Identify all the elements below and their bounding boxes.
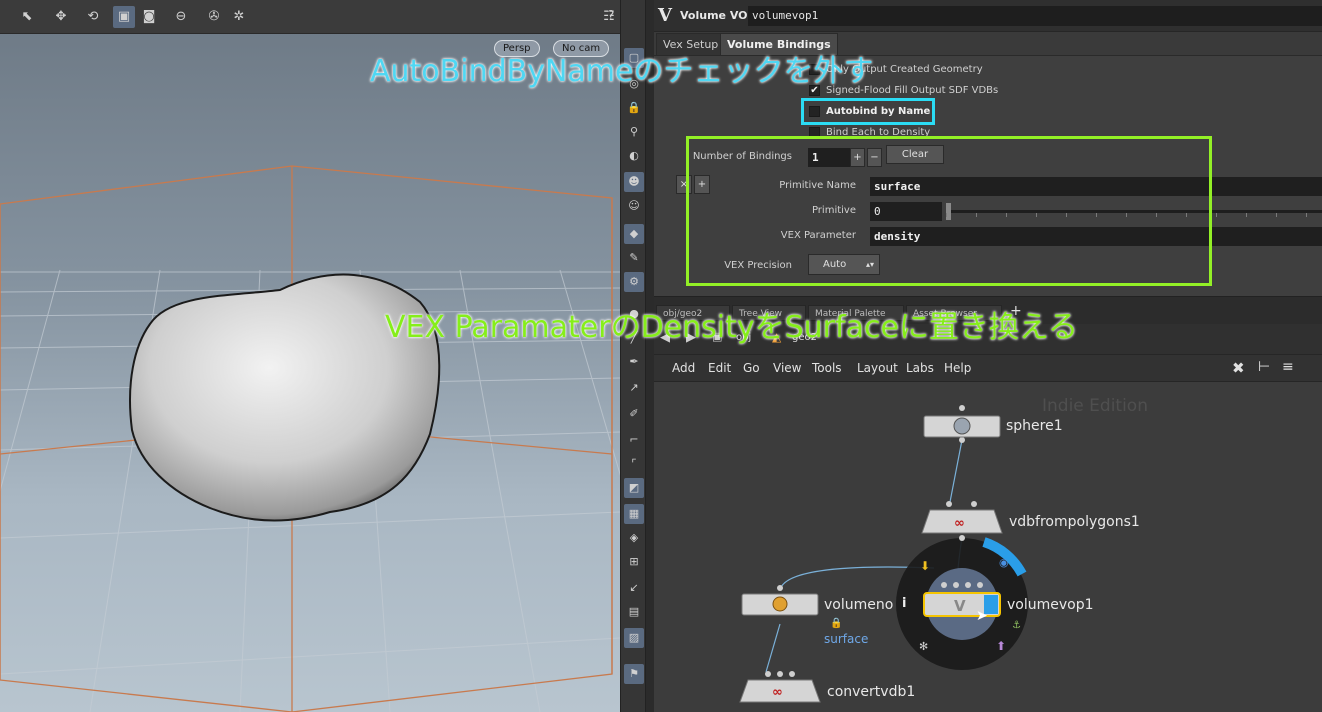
- list-icon[interactable]: ≡: [1282, 359, 1294, 375]
- svg-text:V: V: [954, 597, 966, 615]
- measure-icon[interactable]: ↙: [624, 578, 644, 598]
- number-icon[interactable]: ↗: [624, 378, 644, 398]
- lock-node-icon: ⚓: [1012, 620, 1021, 631]
- bindings-highlight-box: [686, 136, 1212, 286]
- node-label-vdbfrompolygons1[interactable]: vdbfrompolygons1: [1009, 514, 1140, 530]
- uv-icon[interactable]: ⊞: [624, 552, 644, 572]
- display-flag-icon: ◉: [999, 556, 1009, 569]
- scene-viewport[interactable]: ⬉ ✥ ⟲ ▣ ◙ ⊖ ✇ ✲ ☷ ? Persp No cam: [0, 0, 620, 712]
- node-convertvdb1[interactable]: ∞: [739, 671, 821, 703]
- svg-text:∞: ∞: [954, 516, 965, 531]
- vop-node-icon: V: [658, 5, 672, 26]
- plane-icon[interactable]: ◩: [624, 478, 644, 498]
- skeleton-icon[interactable]: ☻: [624, 172, 644, 192]
- tree-icon[interactable]: ⊢: [1258, 359, 1270, 375]
- network-editor[interactable]: Indie Edition ⬇ ◉ ✻ ⬆ ⚓ 🔒 ∞ V ➤ ∞ sphere…: [654, 382, 1322, 712]
- ghost-icon[interactable]: ☺: [624, 196, 644, 216]
- location-icon[interactable]: ⚑: [624, 664, 644, 684]
- pin-icon[interactable]: ⚲: [624, 122, 644, 142]
- svg-text:∞: ∞: [772, 685, 783, 700]
- wire-label-surface: surface: [824, 632, 869, 646]
- network-menu-bar: Add Edit Go View Tools Layout Labs Help …: [654, 354, 1322, 382]
- camera-icon[interactable]: ▣: [113, 6, 135, 28]
- node-name-field[interactable]: volumevop1: [748, 6, 1322, 26]
- display-mode-icon[interactable]: ◆: [624, 224, 644, 244]
- pen-icon[interactable]: ✒: [624, 352, 644, 372]
- capture-icon[interactable]: ◙: [138, 6, 160, 28]
- pane-divider[interactable]: [646, 0, 654, 712]
- menu-add[interactable]: Add: [672, 361, 695, 375]
- annotation-replace-density: VEX ParamaterのDensityをSurfaceに置き換える: [385, 310, 1079, 345]
- paint-icon[interactable]: ⌐: [624, 430, 644, 450]
- node-type-label: Volume VOP: [680, 9, 756, 22]
- node-label-sphere1[interactable]: sphere1: [1006, 418, 1063, 434]
- rotate-icon[interactable]: ⟲: [82, 6, 104, 28]
- menu-tools[interactable]: Tools: [812, 361, 842, 375]
- corner-icon[interactable]: ⌜: [624, 454, 644, 474]
- mouse-cursor-icon: ➤: [976, 608, 988, 624]
- node-label-convertvdb1[interactable]: convertvdb1: [827, 684, 915, 700]
- autobind-highlight-box: [801, 98, 935, 125]
- wire-sphere-to-vdb: [949, 439, 963, 503]
- viewport-shelf: ▢ ◎ 🔒 ⚲ ◐ ☻ ☺ ◆ ✎ ⚙ ● ╱ ✒ ↗ ✐ ⌐ ⌜ ◩ ▦ ◈ …: [620, 0, 646, 712]
- cube-icon[interactable]: ◈: [624, 528, 644, 548]
- image-icon[interactable]: ▨: [624, 628, 644, 648]
- node-graph: ⬇ ◉ ✻ ⬆ ⚓ 🔒 ∞ V ➤ ∞: [739, 405, 1028, 703]
- bypass-icon: ⬆: [996, 639, 1006, 653]
- menu-view[interactable]: View: [773, 361, 801, 375]
- viewport-toolbar: ⬉ ✥ ⟲ ▣ ◙ ⊖ ✇ ✲ ☷ ?: [0, 0, 620, 34]
- move-icon[interactable]: ✥: [50, 6, 72, 28]
- node-label-volumenoise[interactable]: volumeno: [824, 597, 893, 613]
- freeze-icon: ✻: [919, 640, 928, 653]
- node-label-volumevop1[interactable]: volumevop1: [1007, 597, 1094, 613]
- flag-icon: ⬇: [920, 559, 930, 573]
- annotation-uncheck-autobind: AutoBindByNameのチェックを外す: [370, 54, 874, 89]
- select-icon[interactable]: ⬉: [16, 6, 38, 28]
- wrench-icon[interactable]: ✖: [1232, 359, 1245, 377]
- menu-layout[interactable]: Layout: [857, 361, 898, 375]
- brush-icon[interactable]: ✐: [624, 404, 644, 424]
- node-vdbfrompolygons1[interactable]: ∞: [921, 501, 1003, 541]
- grid-icon[interactable]: ▤: [624, 602, 644, 622]
- stop-icon[interactable]: ⊖: [170, 6, 192, 28]
- wire-noise-to-convert: [765, 623, 781, 673]
- flipbook-icon[interactable]: ✇: [203, 6, 225, 28]
- node-volumenoise[interactable]: [741, 585, 819, 616]
- info-icon[interactable]: i: [902, 596, 906, 611]
- menu-edit[interactable]: Edit: [708, 361, 731, 375]
- viewport-scene: [0, 165, 620, 712]
- render-icon[interactable]: ✲: [228, 6, 250, 28]
- node-lock-icon: 🔒: [830, 617, 842, 629]
- menu-go[interactable]: Go: [743, 361, 760, 375]
- menu-help[interactable]: Help: [944, 361, 971, 375]
- checker-icon[interactable]: ▦: [624, 504, 644, 524]
- parameter-header: V Volume VOP volumevop1: [654, 0, 1322, 32]
- help-icon[interactable]: ?: [600, 6, 620, 28]
- menu-labs[interactable]: Labs: [906, 361, 934, 375]
- node-sphere1[interactable]: [923, 405, 1001, 443]
- lock-icon[interactable]: 🔒: [624, 98, 644, 118]
